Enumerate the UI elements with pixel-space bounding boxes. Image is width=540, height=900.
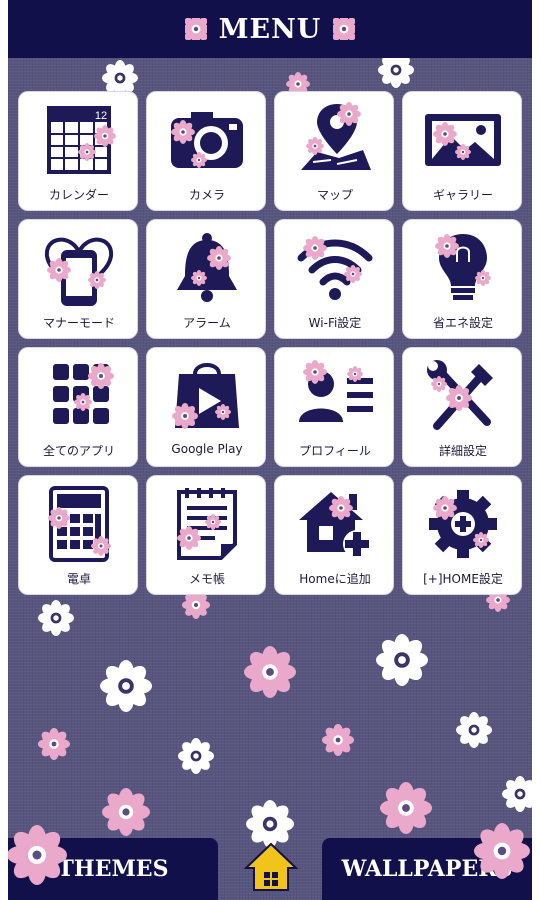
flower-icon — [333, 18, 356, 40]
home-settings-gear-icon — [429, 490, 497, 558]
menu-item-label: 省エネ設定 — [432, 316, 493, 330]
menu-item-label: 電卓 — [66, 572, 91, 586]
wallpapers-button[interactable]: WALLPAPERS — [322, 838, 532, 900]
menu-item-camera[interactable]: カメラ — [146, 91, 266, 211]
themes-label: THEMES — [57, 856, 169, 882]
menu-item-label: 詳細設定 — [438, 444, 487, 458]
all-apps-icon — [53, 363, 114, 424]
gallery-icon — [425, 114, 501, 166]
camera-icon — [171, 112, 243, 168]
bulb-icon — [435, 234, 491, 300]
page-title: MENU — [218, 13, 322, 45]
menu-item-label: Google Play — [171, 442, 243, 456]
home-icon[interactable] — [244, 842, 298, 892]
alarm-bell-icon — [177, 233, 237, 302]
map-pin-icon — [301, 102, 371, 170]
calculator-icon — [48, 486, 111, 562]
menu-item-label: アラーム — [183, 316, 231, 330]
menu-item-manner-mode[interactable]: マナーモード — [18, 219, 138, 339]
profile-icon — [299, 360, 373, 422]
menu-header: MENU — [8, 0, 532, 58]
menu-item-label: Homeに追加 — [299, 572, 371, 586]
menu-item-add-home[interactable]: Homeに追加 — [274, 475, 394, 595]
menu-grid: 12 カレンダー カメラ マップ ギャラリー マナーモード アラーム Wi-Fi… — [18, 91, 524, 597]
menu-item-label: マナーモード — [42, 316, 115, 330]
themes-button[interactable]: THEMES — [8, 838, 218, 900]
menu-item-label: ギャラリー — [432, 188, 493, 202]
menu-item-home-settings[interactable]: [+]HOME設定 — [402, 475, 522, 595]
menu-item-label: メモ帳 — [188, 572, 225, 586]
menu-item-label: プロフィール — [299, 444, 371, 458]
menu-item-gallery[interactable]: ギャラリー — [402, 91, 522, 211]
flower-icon — [184, 18, 207, 40]
menu-item-label: 全てのアプリ — [42, 444, 115, 458]
menu-item-calculator[interactable]: 電卓 — [18, 475, 138, 595]
launcher-screen: MENU 12 カレンダー カメラ マップ ギャラリー マナーモード アラーム … — [8, 0, 532, 900]
menu-item-label: マップ — [316, 188, 353, 202]
menu-item-wifi[interactable]: Wi-Fi設定 — [274, 219, 394, 339]
wifi-icon — [297, 236, 373, 300]
menu-item-label: カメラ — [188, 188, 225, 202]
menu-item-alarm[interactable]: アラーム — [146, 219, 266, 339]
manner-mode-icon — [44, 237, 114, 306]
memo-pad-icon — [177, 488, 237, 560]
menu-item-memo[interactable]: メモ帳 — [146, 475, 266, 595]
menu-item-label: Wi-Fi設定 — [308, 316, 362, 330]
menu-item-settings[interactable]: 詳細設定 — [402, 347, 522, 467]
add-home-icon — [299, 492, 371, 558]
menu-item-google-play[interactable]: Google Play — [146, 347, 266, 467]
menu-item-label: [+]HOME設定 — [423, 572, 503, 586]
tools-icon — [427, 360, 493, 430]
calendar-icon: 12 — [47, 106, 116, 174]
menu-item-all-apps[interactable]: 全てのアプリ — [18, 347, 138, 467]
calendar-date-badge: 12 — [95, 110, 107, 122]
menu-item-calendar[interactable]: 12 カレンダー — [18, 91, 138, 211]
menu-item-label: カレンダー — [48, 188, 109, 202]
menu-item-map[interactable]: マップ — [274, 91, 394, 211]
google-play-icon — [172, 363, 239, 429]
wallpapers-label: WALLPAPERS — [341, 856, 513, 882]
menu-item-profile[interactable]: プロフィール — [274, 347, 394, 467]
menu-item-eco[interactable]: 省エネ設定 — [402, 219, 522, 339]
